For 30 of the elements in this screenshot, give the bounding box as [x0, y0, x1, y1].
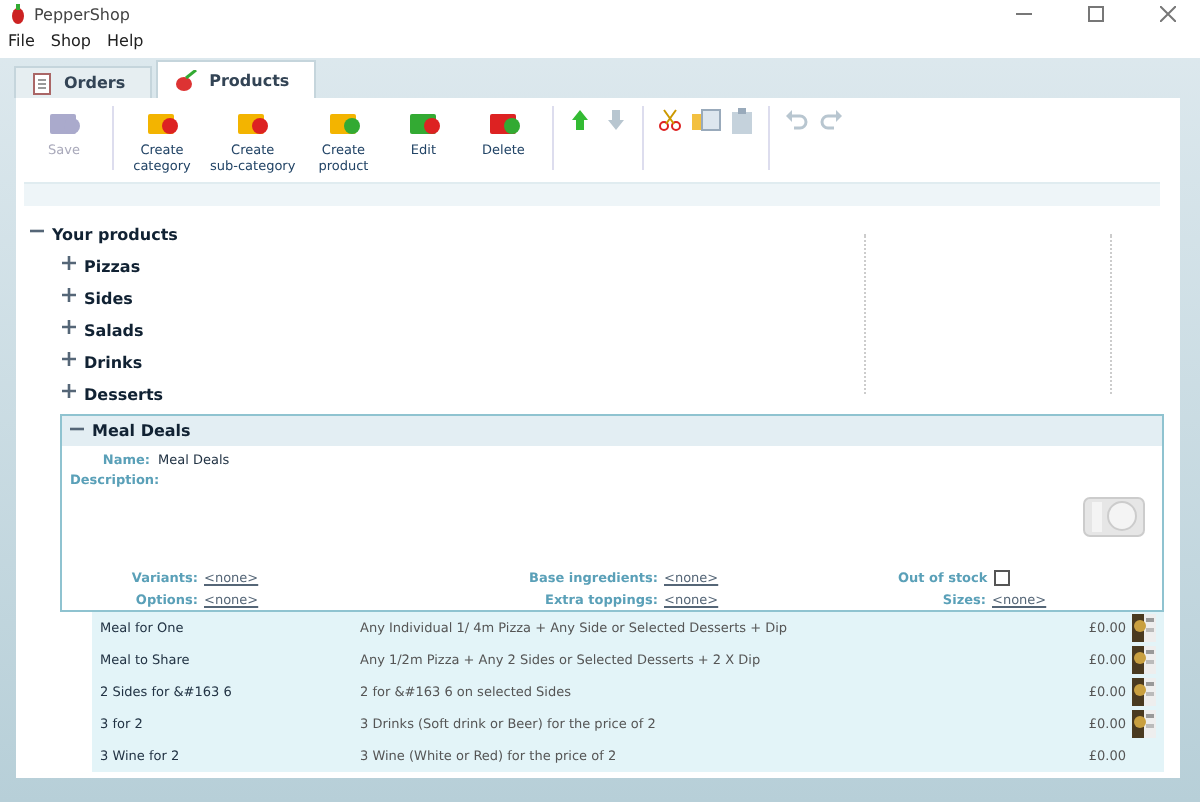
maximize-icon — [1088, 6, 1104, 22]
plus-icon — [61, 352, 75, 366]
menu-item[interactable]: File — [8, 32, 35, 58]
window-title: PepperShop — [34, 5, 132, 23]
expand-toggle[interactable] — [60, 288, 76, 308]
tree-item[interactable]: Your products — [52, 225, 178, 243]
scissors-icon[interactable] — [653, 106, 686, 134]
plus-icon — [61, 384, 75, 398]
tree-item[interactable]: Sides — [84, 289, 133, 307]
tab[interactable]: Orders — [14, 66, 152, 98]
tree-item[interactable]: Drinks — [84, 353, 143, 371]
tab[interactable]: Products — [155, 60, 316, 98]
tree-item[interactable]: Meal Deals — [92, 422, 191, 440]
pepper-icon — [173, 69, 198, 91]
menu-item[interactable]: Shop — [50, 32, 92, 58]
close-icon — [1160, 6, 1176, 22]
menu-item[interactable]: Help — [107, 32, 144, 58]
checkbox[interactable] — [994, 570, 1010, 586]
tree-item[interactable]: Desserts — [84, 385, 164, 403]
tree-item[interactable]: Pizzas — [84, 257, 141, 275]
plus-icon — [61, 256, 75, 270]
expand-toggle[interactable] — [60, 256, 76, 276]
pepper-icon — [8, 4, 26, 24]
tree-item[interactable]: Salads — [84, 321, 144, 339]
plus-icon — [61, 320, 75, 334]
expand-toggle[interactable] — [60, 384, 76, 404]
plus-icon — [61, 288, 75, 302]
minus-icon — [29, 224, 43, 238]
expand-toggle[interactable] — [60, 352, 76, 372]
expand-toggle[interactable] — [60, 320, 76, 340]
